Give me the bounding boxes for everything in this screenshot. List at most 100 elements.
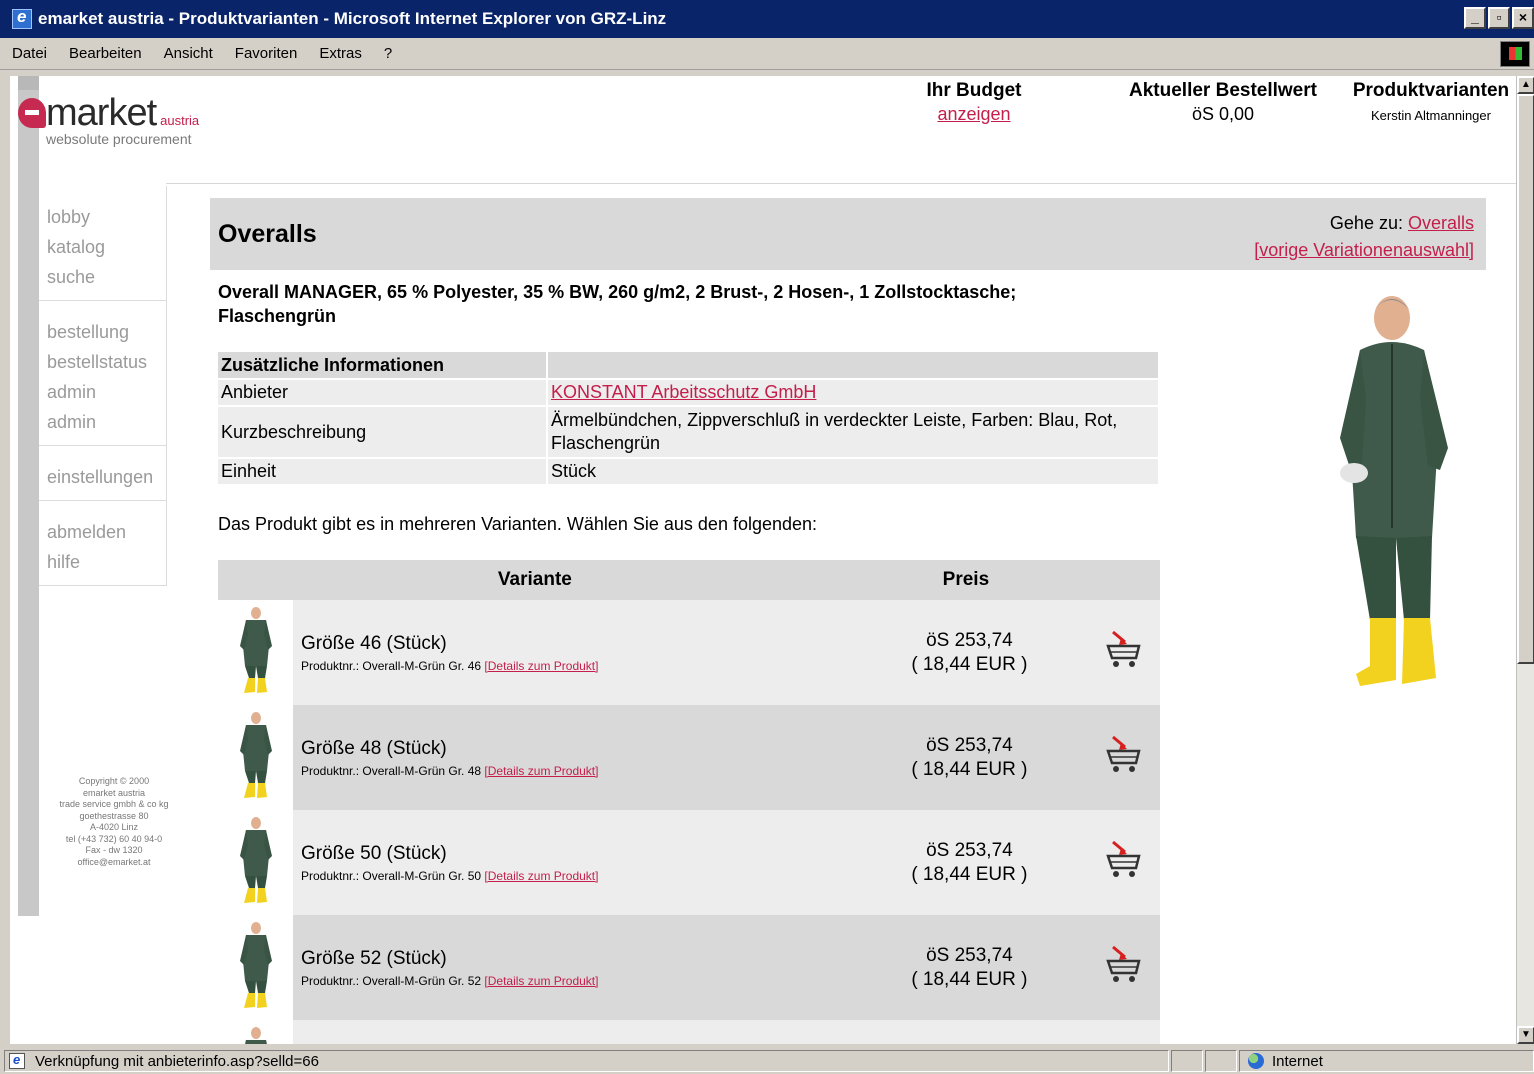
nav-abmelden[interactable]: abmelden [47, 517, 166, 547]
overall-thumbnail-icon [238, 921, 274, 1014]
scroll-up-icon[interactable]: ▲ [1517, 76, 1534, 94]
add-to-cart-icon[interactable] [1105, 630, 1143, 675]
security-zone: Internet [1239, 1050, 1534, 1072]
copyright-line: office@emarket.at [77, 856, 151, 867]
nav-group: bestellung bestellstatus admin admin [39, 301, 167, 446]
nav-bestellung[interactable]: bestellung [47, 317, 166, 347]
previous-selection-link[interactable]: [vorige Variationenauswahl] [1254, 240, 1474, 260]
prodnr-value: Overall-M-Grün Gr. 48 [362, 763, 482, 778]
variant-price: öS 253,74 [926, 629, 1013, 651]
emarket-logo[interactable]: market austria websolute procurement [18, 92, 199, 147]
details-link[interactable]: [Details zum Produkt] [484, 869, 598, 883]
variant-row: Größe 46 (Stück) Produktnr.: Overall-M-G… [218, 600, 1160, 705]
menu-help[interactable]: ? [384, 45, 392, 62]
goto-label: Gehe zu: [1329, 213, 1403, 233]
menu-ansicht[interactable]: Ansicht [164, 45, 213, 62]
budget-show-link[interactable]: anzeigen [937, 104, 1010, 124]
scroll-down-icon[interactable]: ▼ [1517, 1026, 1534, 1044]
status-text-area: Verknüpfung mit anbieterinfo.asp?selld=6… [4, 1050, 1169, 1072]
menu-favoriten[interactable]: Favoriten [235, 45, 298, 62]
prodnr-value: Overall-M-Grün Gr. 50 [362, 868, 482, 883]
goto-overalls-link[interactable]: Overalls [1408, 213, 1474, 233]
globe-icon [1248, 1053, 1264, 1069]
overall-thumbnail-icon [238, 816, 274, 909]
copyright-line: goethestrasse 80 [79, 810, 149, 821]
info-label: Einheit [218, 459, 548, 484]
maximize-button[interactable]: ▫ [1488, 7, 1510, 29]
variant-price-eur: ( 18,44 EUR ) [911, 653, 1028, 675]
details-link[interactable]: [Details zum Produkt] [484, 659, 598, 673]
variant-price: öS 253,74 [926, 944, 1013, 966]
info-header-row: Zusätzliche Informationen [218, 352, 1158, 378]
supplier-link[interactable]: KONSTANT Arbeitsschutz GmbH [551, 382, 816, 402]
left-accent-bar [18, 76, 39, 916]
variant-price: öS 253,74 [926, 839, 1013, 861]
product-title: Overalls [218, 220, 317, 248]
nav-admin-2[interactable]: admin [47, 407, 166, 437]
order-value-title: Aktueller Bestellwert [1129, 80, 1317, 101]
variant-thumbnail [218, 1020, 293, 1044]
variant-header-row: Variante Preis [218, 560, 1160, 600]
copyright-line: Fax - dw 1320 [85, 845, 143, 855]
windows-logo-icon [1500, 41, 1530, 67]
budget-header: Ihr Budget anzeigen [914, 80, 1034, 125]
variant-price: öS 253,74 [926, 734, 1013, 756]
nav-lobby[interactable]: lobby [47, 202, 166, 232]
menu-extras[interactable]: Extras [319, 45, 362, 62]
cart-column-header [1080, 560, 1160, 600]
add-to-cart-icon[interactable] [1105, 840, 1143, 885]
worker-overall-illustration [1340, 296, 1448, 686]
variant-column-header: Variante [218, 560, 852, 600]
product-title-bar: Overalls Gehe zu: Overalls [vorige Varia… [210, 198, 1486, 270]
order-value: öS 0,00 [1191, 104, 1255, 124]
nav-bestellstatus[interactable]: bestellstatus [47, 347, 166, 377]
details-link[interactable]: [Details zum Produkt] [484, 974, 598, 988]
logo-tagline: websolute procurement [46, 131, 192, 147]
variants-intro: Das Produkt gibt es in mehreren Variante… [218, 514, 818, 534]
variant-thumbnail [218, 810, 293, 915]
copyright-block: Copyright © 2000 emarket austria trade s… [39, 776, 189, 868]
variant-thumbnail [218, 915, 293, 1020]
nav-group: abmelden hilfe [39, 501, 167, 586]
menu-bearbeiten[interactable]: Bearbeiten [69, 45, 142, 62]
info-value: Ärmelbündchen, Zippverschluß in verdeckt… [548, 407, 1158, 457]
details-link[interactable]: [Details zum Produkt] [484, 764, 598, 778]
copyright-line: Copyright © 2000 [78, 776, 150, 786]
page-heading: Produktvarianten [1352, 80, 1510, 101]
variant-name: Größe 46 (Stück) [301, 632, 447, 654]
overall-thumbnail-icon [238, 1026, 274, 1044]
overall-thumbnail-icon [238, 711, 274, 804]
nav-suche[interactable]: suche [47, 262, 166, 292]
menu-datei[interactable]: Datei [12, 45, 47, 62]
variant-thumbnail [218, 600, 293, 705]
variant-name: Größe 52 (Stück) [301, 947, 447, 969]
variant-name: Größe 48 (Stück) [301, 737, 447, 759]
add-to-cart-icon[interactable] [1105, 945, 1143, 990]
add-to-cart-icon[interactable] [1105, 735, 1143, 780]
nav-katalog[interactable]: katalog [47, 232, 166, 262]
vertical-scrollbar[interactable]: ▲ ▼ [1516, 76, 1534, 1044]
page-header: Produktvarianten Kerstin Altmanninger [1346, 80, 1516, 123]
info-row: Kurzbeschreibung Ärmelbündchen, Zippvers… [218, 407, 1158, 457]
nav-admin[interactable]: admin [47, 377, 166, 407]
nav-einstellungen[interactable]: einstellungen [47, 462, 166, 492]
close-button[interactable]: × [1512, 7, 1534, 29]
variant-price-eur: ( 18,44 EUR ) [911, 863, 1028, 885]
variant-row: Größe 50 (Stück) Produktnr.: Overall-M-G… [218, 810, 1160, 915]
prodnr-label: Produktnr.: [301, 973, 360, 988]
variant-name: Größe 50 (Stück) [301, 842, 447, 864]
overall-thumbnail-icon [238, 606, 274, 699]
nav-group: einstellungen [39, 446, 167, 501]
prodnr-value: Overall-M-Grün Gr. 52 [362, 973, 482, 988]
info-table: Zusätzliche Informationen Anbieter KONST… [218, 350, 1158, 486]
variant-row-partial [218, 1020, 1160, 1044]
menu-bar: Datei Bearbeiten Ansicht Favoriten Extra… [0, 38, 1534, 70]
status-slot [1205, 1050, 1237, 1072]
scroll-thumb[interactable] [1517, 94, 1534, 664]
variant-thumbnail [218, 705, 293, 810]
minimize-button[interactable]: _ [1464, 7, 1486, 29]
status-bar: Verknüpfung mit anbieterinfo.asp?selld=6… [0, 1048, 1534, 1074]
nav-hilfe[interactable]: hilfe [47, 547, 166, 577]
prodnr-value: Overall-M-Grün Gr. 46 [362, 658, 482, 673]
info-header-empty [548, 352, 1158, 378]
